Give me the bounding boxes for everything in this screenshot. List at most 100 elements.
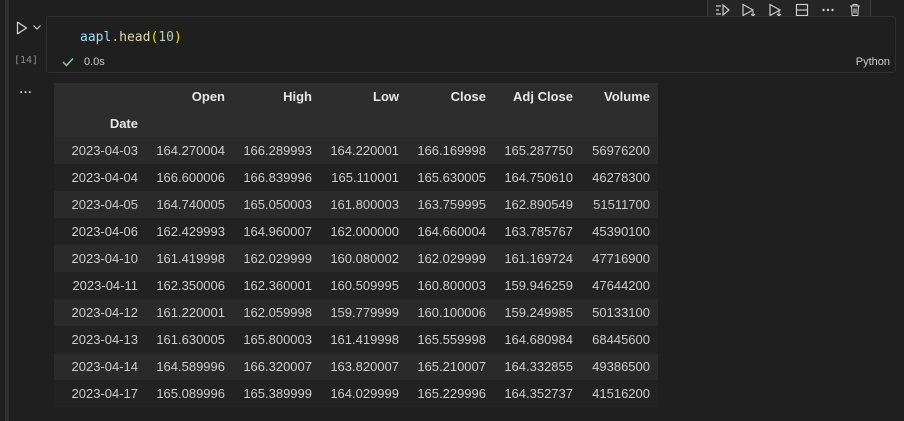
table-cell: 160.509995 (320, 272, 407, 299)
run-to-cursor-icon (769, 3, 782, 17)
index-row-filler (146, 110, 233, 137)
table-cell: 159.779999 (320, 299, 407, 326)
code-dot: . (111, 30, 120, 45)
column-header: Open (146, 83, 233, 110)
table-cell: 160.080002 (320, 245, 407, 272)
play-icon (16, 21, 28, 35)
code-argument: 10 (158, 30, 174, 45)
table-row: 2023-04-05 164.740005 165.050003 161.800003… (54, 191, 658, 218)
execute-below-icon (742, 3, 756, 17)
table-cell: 164.960007 (233, 218, 320, 245)
column-header: Volume (581, 83, 658, 110)
table-cell: 165.630005 (407, 164, 494, 191)
table-cell: 165.089996 (146, 380, 233, 407)
index-row-filler (581, 110, 658, 137)
table-cell: 47644200 (581, 272, 658, 299)
table-cell: 161.419998 (146, 245, 233, 272)
more-actions-icon (822, 8, 835, 12)
table-row: 2023-04-06 162.429993 164.960007 162.000000… (54, 218, 658, 245)
table-row: 2023-04-04 166.600006 166.839996 165.110001… (54, 164, 658, 191)
table-cell: 166.320007 (233, 353, 320, 380)
table-cell: 159.249985 (494, 299, 581, 326)
checkmark-icon (62, 57, 74, 67)
code-editor[interactable]: aapl.head(10) 0.0s Python (46, 16, 896, 73)
row-index-date: 2023-04-17 (54, 380, 146, 407)
table-cell: 162.890549 (494, 191, 581, 218)
column-header: Close (407, 83, 494, 110)
row-index-date: 2023-04-11 (54, 272, 146, 299)
index-corner (54, 83, 146, 110)
table-cell: 164.740005 (146, 191, 233, 218)
table-cell: 163.820007 (320, 353, 407, 380)
table-cell: 68445600 (581, 326, 658, 353)
table-row: 2023-04-17 165.089996 165.389999 164.029999… (54, 380, 658, 407)
row-index-date: 2023-04-12 (54, 299, 146, 326)
table-cell: 47716900 (581, 245, 658, 272)
table-cell: 162.360001 (233, 272, 320, 299)
chevron-down-icon (33, 25, 41, 30)
table-cell: 164.750610 (494, 164, 581, 191)
table-cell: 163.785767 (494, 218, 581, 245)
table-cell: 162.000000 (320, 218, 407, 245)
dataframe-output: Open High Low Close Adj Close Volume Dat… (54, 83, 658, 407)
table-cell: 164.680984 (494, 326, 581, 353)
table-cell: 164.332855 (494, 353, 581, 380)
table-cell: 159.946259 (494, 272, 581, 299)
table-cell: 165.287750 (494, 137, 581, 164)
table-cell: 161.630005 (146, 326, 233, 353)
table-cell: 165.210007 (407, 353, 494, 380)
table-cell: 164.589996 (146, 353, 233, 380)
table-row: 2023-04-13 161.630005 165.800003 161.419998… (54, 326, 658, 353)
table-cell: 164.220001 (320, 137, 407, 164)
table-cell: 162.029999 (233, 245, 320, 272)
output-more-button[interactable]: ... (16, 82, 36, 96)
cell-focus-bar (5, 0, 9, 421)
output-more-label: ... (19, 82, 33, 96)
execute-above-icon (716, 3, 731, 17)
table-cell: 41516200 (581, 380, 658, 407)
table-cell: 50133100 (581, 299, 658, 326)
execution-status: 0.0s (62, 56, 105, 68)
table-row: 2023-04-14 164.589996 166.320007 163.820007… (54, 353, 658, 380)
code-close-paren: ) (173, 30, 182, 45)
column-header: High (233, 83, 320, 110)
code-function: head (119, 30, 151, 45)
table-cell: 165.050003 (233, 191, 320, 218)
row-index-date: 2023-04-10 (54, 245, 146, 272)
table-cell: 161.220001 (146, 299, 233, 326)
index-row-filler (320, 110, 407, 137)
table-cell: 46278300 (581, 164, 658, 191)
table-cell: 164.660004 (407, 218, 494, 245)
code-line[interactable]: aapl.head(10) (80, 30, 182, 45)
table-cell: 165.800003 (233, 326, 320, 353)
trash-icon (849, 3, 860, 17)
table-cell: 162.059998 (233, 299, 320, 326)
table-cell: 165.559998 (407, 326, 494, 353)
table-cell: 160.100006 (407, 299, 494, 326)
index-row-filler (407, 110, 494, 137)
table-cell: 165.110001 (320, 164, 407, 191)
run-cell-button[interactable] (13, 18, 31, 38)
row-index-date: 2023-04-04 (54, 164, 146, 191)
run-options-dropdown[interactable] (31, 20, 43, 34)
table-row: 2023-04-03 164.270004 166.289993 164.220001… (54, 137, 658, 164)
table-cell: 163.759995 (407, 191, 494, 218)
row-index-date: 2023-04-05 (54, 191, 146, 218)
table-cell: 165.389999 (233, 380, 320, 407)
table-cell: 164.352737 (494, 380, 581, 407)
row-index-date: 2023-04-13 (54, 326, 146, 353)
table-cell: 166.169998 (407, 137, 494, 164)
table-cell: 45390100 (581, 218, 658, 245)
table-cell: 166.600006 (146, 164, 233, 191)
index-name: Date (54, 110, 146, 137)
split-cell-icon (796, 3, 809, 17)
table-cell: 164.029999 (320, 380, 407, 407)
index-row-filler (494, 110, 581, 137)
language-indicator[interactable]: Python (856, 56, 890, 68)
table-cell: 162.350006 (146, 272, 233, 299)
table-cell: 162.029999 (407, 245, 494, 272)
dataframe-body: 2023-04-03 164.270004 166.289993 164.220001… (54, 137, 658, 407)
table-cell: 51511700 (581, 191, 658, 218)
table-cell: 164.270004 (146, 137, 233, 164)
table-cell: 161.169724 (494, 245, 581, 272)
